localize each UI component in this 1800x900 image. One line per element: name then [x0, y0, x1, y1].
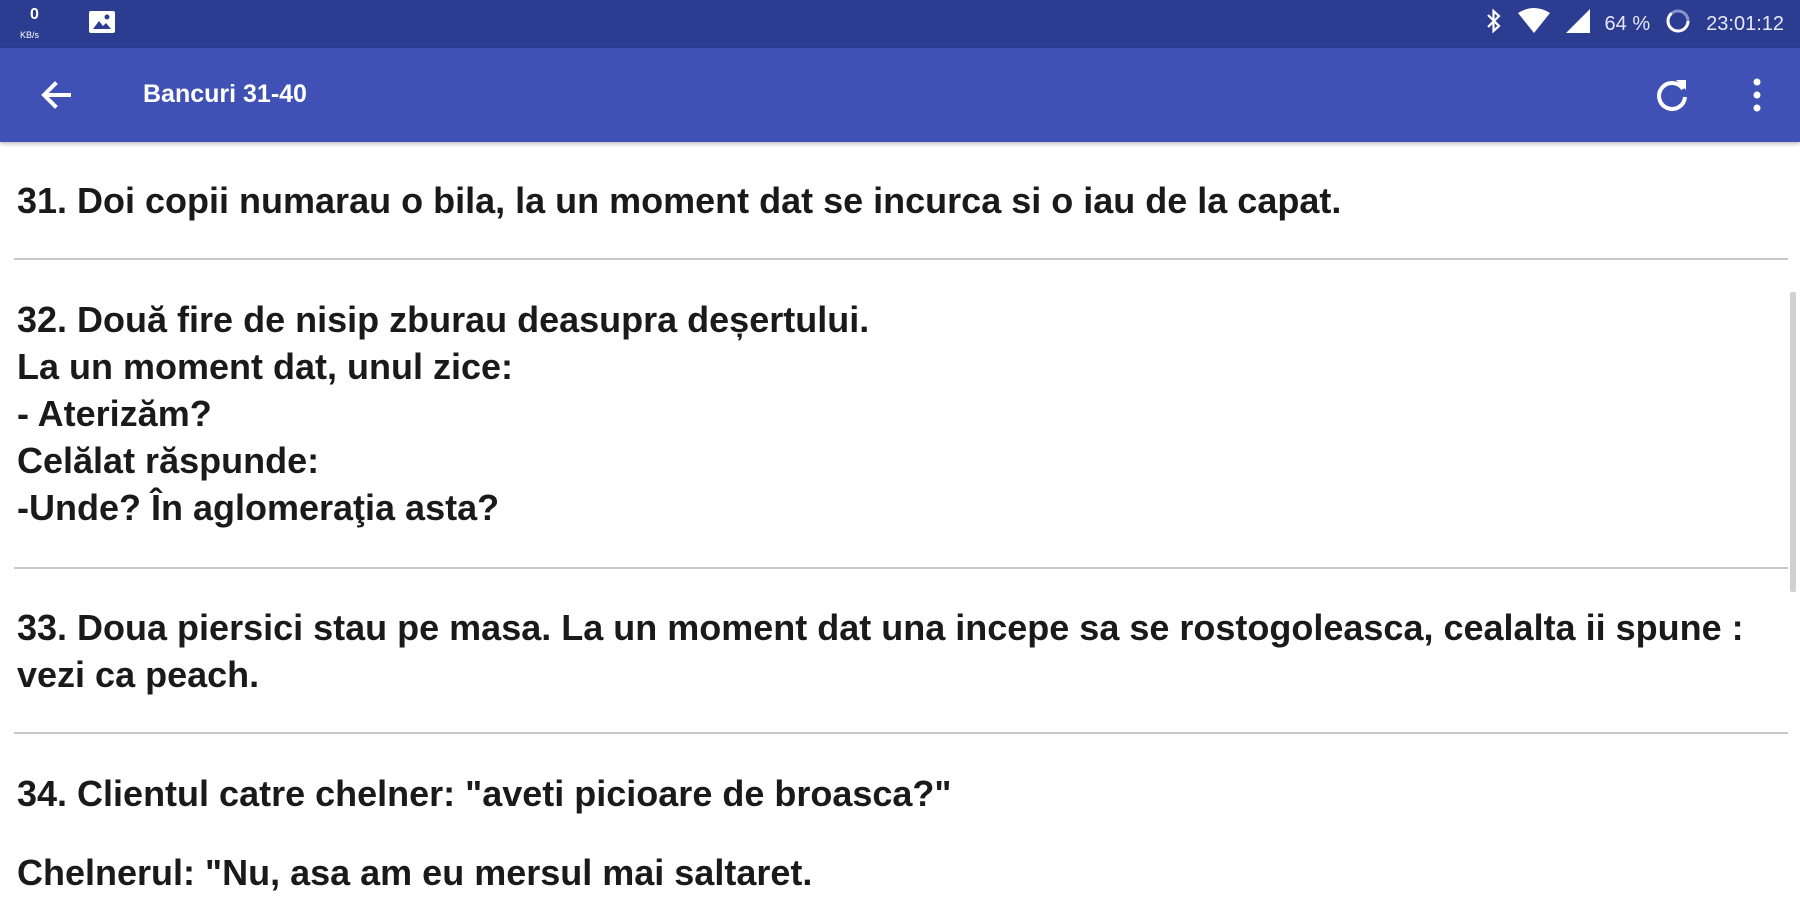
app-bar: Bancuri 31-40 [0, 48, 1800, 142]
page-title: Bancuri 31-40 [143, 80, 307, 108]
joke-34-continued: Chelnerul: "Nu, asa am eu mersul mai sal… [17, 852, 813, 893]
battery-text: 64 % [1604, 12, 1651, 35]
refresh-button[interactable] [1652, 75, 1692, 115]
arrow-left-icon [41, 81, 71, 109]
network-speed-indicator: 0 KB/s [18, 6, 54, 42]
status-bar: 0 KB/s 64 % 23:01:12 [0, 0, 1800, 48]
divider [14, 258, 1788, 260]
more-vert-icon [1753, 78, 1761, 112]
battery-icon [1664, 7, 1692, 41]
scrollbar[interactable] [1790, 292, 1796, 592]
bluetooth-icon [1485, 7, 1503, 41]
refresh-icon [1657, 80, 1687, 111]
overflow-menu-button[interactable] [1737, 73, 1777, 117]
joke-32: 32. Două fire de nisip zburau deasupra d… [17, 299, 870, 528]
clock: 23:01:12 [1706, 12, 1784, 35]
divider [14, 732, 1788, 734]
back-button[interactable] [36, 75, 76, 115]
joke-31: 31. Doi copii numarau o bila, la un mome… [17, 180, 1342, 221]
status-right: 64 % 23:01:12 [1485, 0, 1784, 48]
network-speed-unit: KB/s [20, 30, 40, 40]
jokes-list[interactable]: 31. Doi copii numarau o bila, la un mome… [0, 142, 1800, 900]
wifi-icon [1517, 8, 1551, 40]
network-speed-value: 0 [30, 6, 39, 23]
signal-icon [1565, 8, 1591, 40]
joke-33: 33. Doua piersici stau pe masa. La un mo… [17, 607, 1744, 695]
joke-34: 34. Clientul catre chelner: "aveti picio… [17, 773, 952, 814]
divider [14, 567, 1788, 569]
status-left: 0 KB/s [18, 6, 116, 42]
image-icon [88, 10, 116, 39]
